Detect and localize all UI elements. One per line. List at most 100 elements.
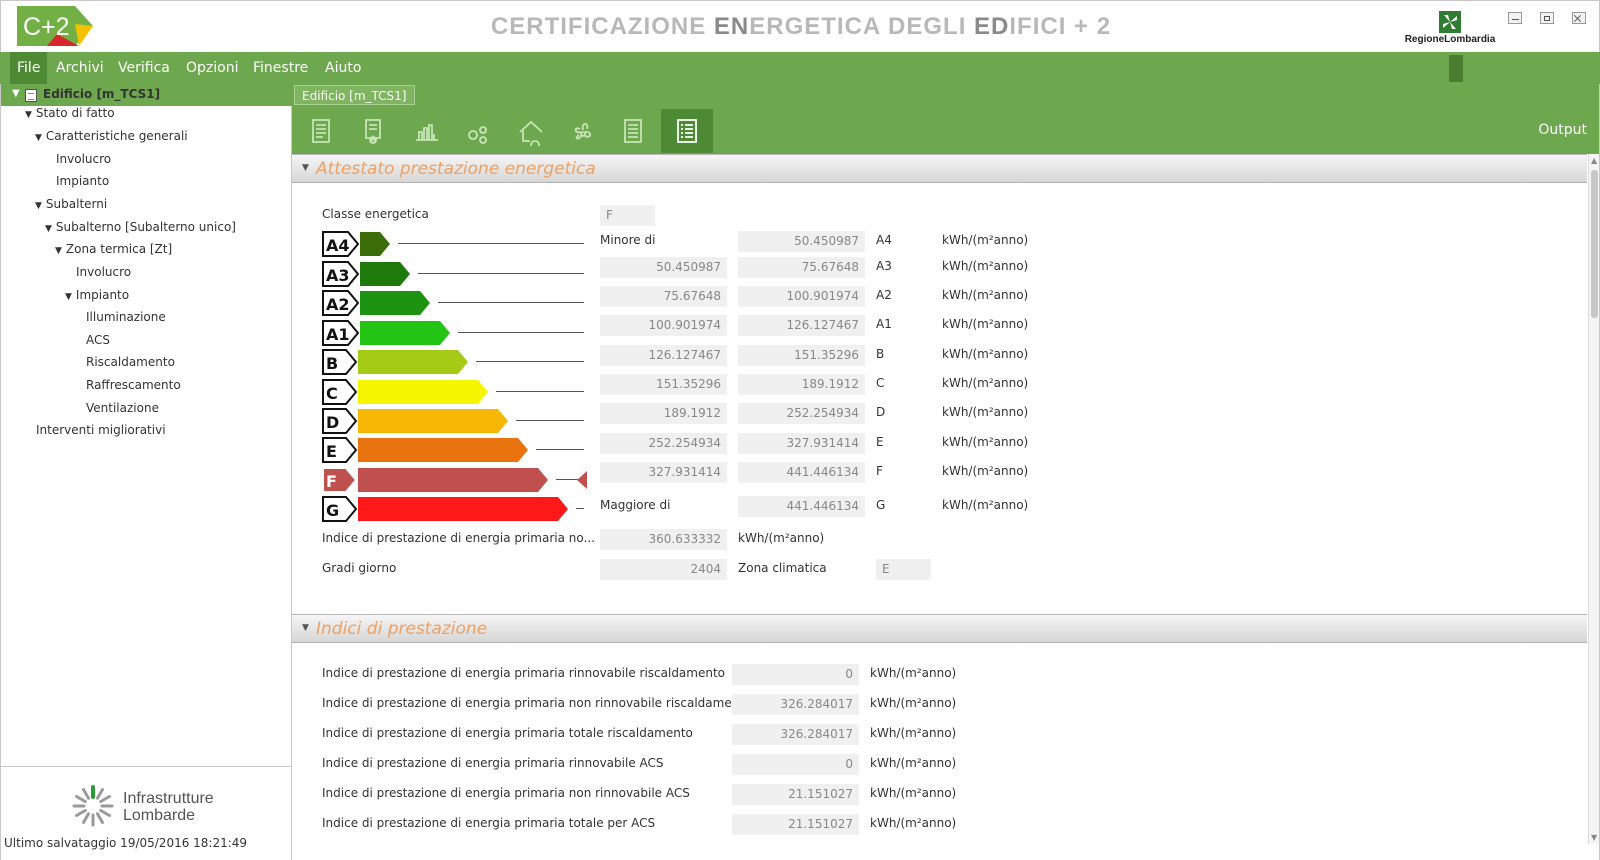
expand-arrow-icon[interactable]: ▼ — [12, 88, 20, 99]
energy-class-letter-text: A1 — [326, 325, 350, 344]
range-to-field[interactable]: 126.127467 — [738, 315, 865, 336]
toolbar-button[interactable] — [661, 109, 713, 153]
range-class-label: D — [876, 405, 886, 419]
menu-finestre[interactable]: Finestre — [246, 52, 315, 84]
indice-primaria-field[interactable]: 360.633332 — [600, 529, 727, 550]
tree-item[interactable]: ▼ Subalterno [Subalterno unico] — [45, 220, 236, 240]
tree-item[interactable]: ▼ Zona termica [Zt] — [55, 242, 172, 262]
tree-root-item[interactable]: ▼ Edificio [m_TCS1] — [1, 84, 292, 106]
range-to-field[interactable]: 100.901974 — [738, 286, 865, 307]
toolbar-button[interactable] — [297, 109, 349, 153]
tree-item[interactable]: ▼ Subalterni — [35, 197, 107, 217]
toolbar-button[interactable] — [609, 109, 661, 153]
tree-item-label: Ventilazione — [86, 401, 159, 415]
toolbar-button[interactable] — [453, 109, 505, 153]
indice-row-field[interactable]: 21.151027 — [732, 814, 859, 835]
energy-class-letter-text: A4 — [326, 236, 350, 255]
collapse-arrow-icon[interactable]: ▼ — [302, 623, 309, 633]
indice-primaria-label: Indice di prestazione di energia primari… — [322, 531, 595, 545]
range-to-field[interactable]: 327.931414 — [738, 433, 865, 454]
scrollbar-thumb[interactable] — [1591, 170, 1598, 318]
gradi-giorno-field[interactable]: 2404 — [600, 559, 727, 580]
tree-item[interactable]: Raffrescamento — [86, 378, 181, 398]
app-title-part: C — [490, 13, 510, 40]
energy-class-letter: B — [322, 349, 358, 375]
energy-band: A1 — [322, 318, 587, 348]
tree-item[interactable]: ▼ Caratteristiche generali — [35, 129, 188, 149]
maximize-button[interactable] — [1540, 12, 1554, 24]
classe-energetica-field[interactable]: F — [600, 205, 655, 226]
minimize-button[interactable] — [1508, 12, 1522, 24]
energy-class-arrow — [358, 468, 548, 492]
zona-climatica-field[interactable]: E — [876, 559, 931, 580]
range-from-field[interactable]: 189.1912 — [600, 403, 727, 424]
tree-item[interactable]: Involucro — [56, 152, 111, 172]
tree-item[interactable]: Impianto — [56, 174, 109, 194]
tree-item[interactable]: ACS — [86, 333, 110, 353]
indice-row-field[interactable]: 21.151027 — [732, 784, 859, 805]
range-from-field[interactable]: 151.35296 — [600, 374, 727, 395]
tree-item[interactable]: Interventi migliorativi — [36, 423, 166, 443]
tree-item[interactable]: Involucro — [76, 265, 131, 285]
scroll-down-icon[interactable]: ▼ — [1591, 833, 1597, 842]
range-to-field[interactable]: 252.254934 — [738, 403, 865, 424]
energy-class-arrow — [358, 350, 468, 374]
tree-item-label: Impianto — [75, 288, 130, 302]
range-from-field[interactable]: 100.901974 — [600, 315, 727, 336]
tree-item[interactable]: Illuminazione — [86, 310, 166, 330]
menu-verifica[interactable]: Verifica — [111, 52, 177, 84]
indice-row-label: Indice di prestazione di energia primari… — [322, 696, 752, 710]
range-unit: kWh/(m²anno) — [942, 405, 1029, 419]
indice-primaria-unit: kWh/(m²anno) — [738, 531, 825, 545]
tree-item[interactable]: ▼ Impianto — [65, 288, 129, 308]
tree-item[interactable]: Riscaldamento — [86, 355, 175, 375]
collapse-arrow-icon[interactable]: ▼ — [302, 163, 309, 173]
range-to-field[interactable]: 151.35296 — [738, 345, 865, 366]
last-save-status: Ultimo salvataggio 19/05/2016 18:21:49 — [4, 836, 248, 850]
sidebar-splitter[interactable] — [1, 766, 292, 768]
toolbar-button[interactable] — [401, 109, 453, 153]
vertical-scrollbar[interactable]: ▲ ▼ — [1588, 154, 1599, 844]
toolbar-button[interactable] — [349, 109, 401, 153]
range-to-field[interactable]: 50.450987 — [738, 231, 865, 252]
expand-arrow-icon[interactable]: ▼ — [55, 246, 62, 256]
expand-arrow-icon[interactable]: ▼ — [25, 110, 32, 120]
indice-row-field[interactable]: 0 — [732, 664, 859, 685]
range-to-field[interactable]: 189.1912 — [738, 374, 865, 395]
range-from-field[interactable]: 126.127467 — [600, 345, 727, 366]
expand-arrow-icon[interactable]: ▼ — [35, 133, 42, 143]
range-class-label: A4 — [876, 233, 892, 247]
toolbar-button[interactable] — [557, 109, 609, 153]
range-from-field[interactable]: 327.931414 — [600, 462, 727, 483]
range-to-field[interactable]: 441.446134 — [738, 496, 865, 517]
menu-archivi[interactable]: Archivi — [49, 52, 111, 84]
range-from-field[interactable]: 252.254934 — [600, 433, 727, 454]
energy-band: B — [322, 347, 587, 377]
scroll-up-icon[interactable]: ▲ — [1591, 156, 1597, 165]
indice-row-label: Indice di prestazione di energia primari… — [322, 786, 690, 800]
tree-item[interactable]: ▼ Stato di fatto — [25, 106, 115, 126]
menu-aiuto[interactable]: Aiuto — [318, 52, 368, 84]
menu-file[interactable]: File — [10, 52, 48, 84]
indici-section-header[interactable]: ▼ Indici di prestazione — [292, 614, 1587, 643]
range-from-field[interactable]: 50.450987 — [600, 257, 727, 278]
indice-row-field[interactable]: 326.284017 — [732, 694, 859, 715]
range-from-field[interactable]: 75.67648 — [600, 286, 727, 307]
toolbar-button[interactable] — [505, 109, 557, 153]
menu-opzioni[interactable]: Opzioni — [179, 52, 245, 84]
expand-arrow-icon[interactable]: ▼ — [45, 224, 52, 234]
indice-row-field[interactable]: 0 — [732, 754, 859, 775]
expand-arrow-icon[interactable]: ▼ — [65, 292, 72, 302]
range-to-field[interactable]: 441.446134 — [738, 462, 865, 483]
document-tab[interactable]: Edificio [m_TCS1] — [294, 85, 415, 105]
expand-arrow-icon[interactable]: ▼ — [35, 201, 42, 211]
menubar-grip[interactable] — [1449, 55, 1463, 82]
ape-section-header[interactable]: ▼ Attestato prestazione energetica — [292, 154, 1587, 183]
app-title-part: IFICI + 2 — [1009, 13, 1112, 40]
close-button[interactable] — [1572, 12, 1586, 24]
indice-row-field[interactable]: 326.284017 — [732, 724, 859, 745]
range-to-field[interactable]: 75.67648 — [738, 257, 865, 278]
range-class-label: C — [876, 376, 885, 390]
tree-item[interactable]: Ventilazione — [86, 401, 159, 421]
app-title: CERTIFICAZIONE ENERGETICA DEGLI EDIFICI … — [1, 13, 1600, 41]
